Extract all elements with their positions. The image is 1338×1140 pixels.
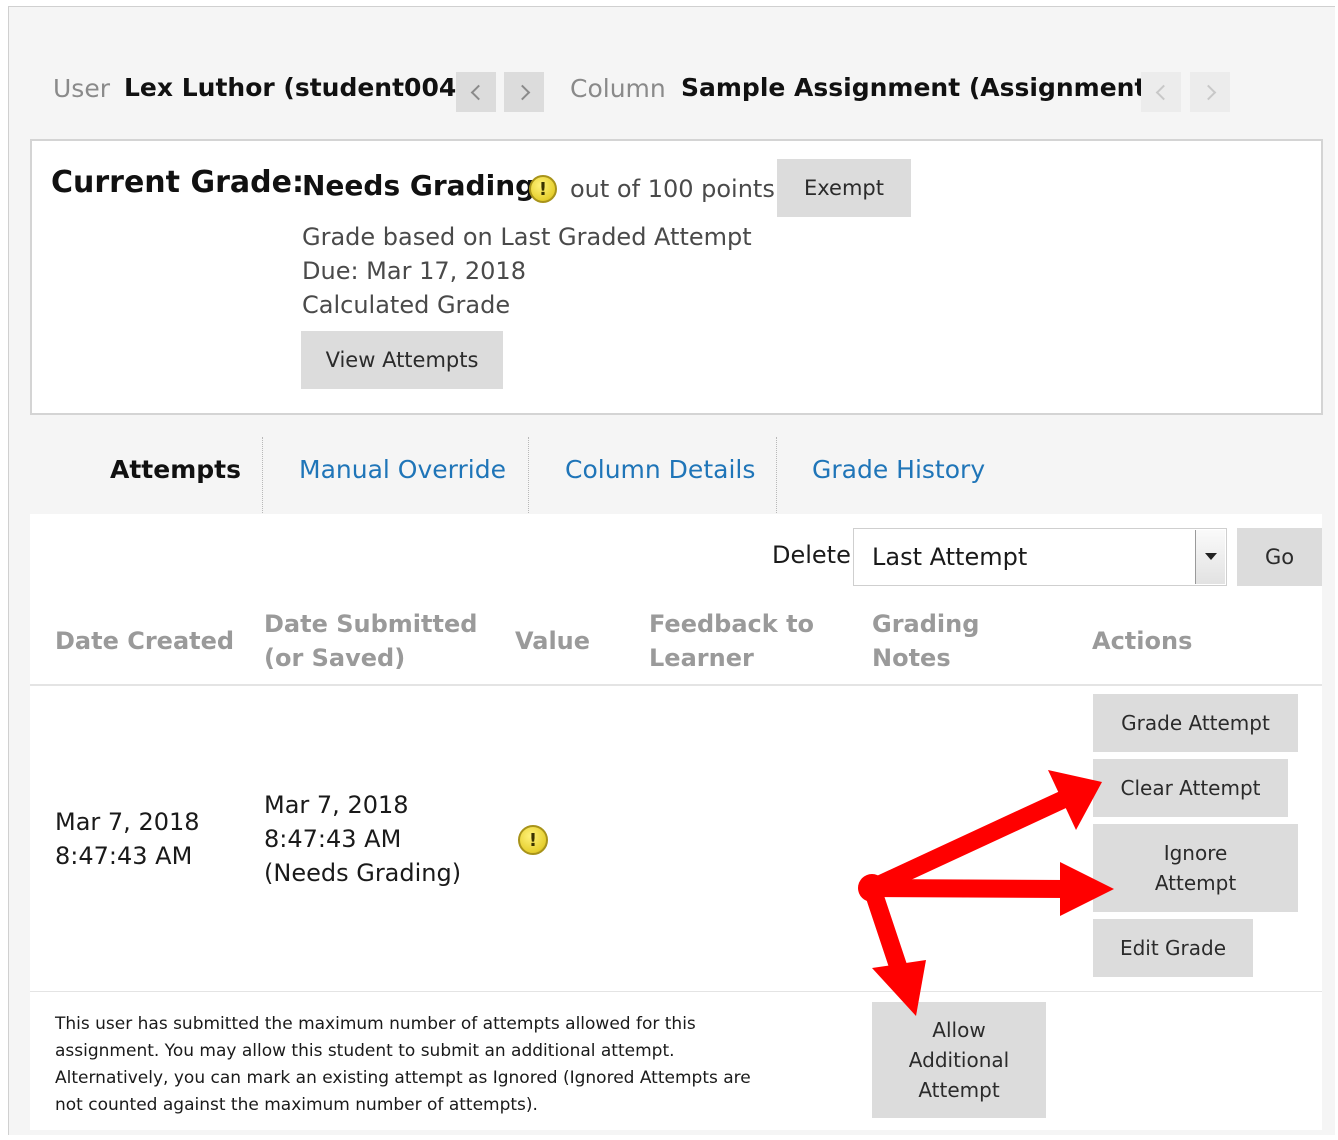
note-line: assignment. You may allow this student t…: [55, 1041, 675, 1061]
header-grading-notes-sub: Notes: [872, 644, 951, 672]
go-button[interactable]: Go: [1237, 528, 1322, 586]
submitted-date: Mar 7, 2018: [264, 791, 409, 819]
created-time: 8:47:43 AM: [55, 842, 193, 870]
header-feedback-sub: Learner: [649, 644, 754, 672]
allow-label-3: Attempt: [918, 1078, 1000, 1102]
clear-attempt-button[interactable]: Clear Attempt: [1093, 759, 1288, 817]
delete-label: Delete: [772, 541, 851, 569]
ignore-attempt-label-1: Ignore: [1163, 841, 1228, 865]
current-grade-title: Current Grade:: [51, 165, 304, 200]
dropdown-arrow-icon[interactable]: [1195, 530, 1225, 584]
delete-selected-value: Last Attempt: [872, 543, 1028, 571]
header-divider: [30, 684, 1322, 686]
column-name: Sample Assignment (Assignment): [681, 73, 1158, 102]
column-label: Column: [570, 74, 666, 103]
note-line: Alternatively, you can mark an existing …: [55, 1068, 751, 1088]
previous-user-button[interactable]: [456, 72, 496, 112]
delete-attempt-select[interactable]: Last Attempt: [853, 528, 1227, 586]
grade-attempt-button[interactable]: Grade Attempt: [1093, 694, 1298, 752]
needs-grading-icon: !: [518, 825, 548, 855]
tab-manual-override[interactable]: Manual Override: [299, 455, 506, 484]
tab-divider: [262, 437, 263, 513]
points-possible: out of 100 points: [570, 175, 775, 203]
max-attempts-note: This user has submitted the maximum numb…: [55, 1011, 751, 1119]
next-user-button[interactable]: [504, 72, 544, 112]
view-attempts-button[interactable]: View Attempts: [301, 331, 503, 389]
calculated-grade: Calculated Grade: [302, 291, 511, 319]
header-grading-notes: Grading: [872, 610, 980, 638]
due-date: Due: Mar 17, 2018: [302, 257, 526, 285]
grade-basis: Grade based on Last Graded Attempt: [302, 223, 752, 251]
submitted-status: (Needs Grading): [264, 859, 462, 887]
edit-grade-button[interactable]: Edit Grade: [1093, 919, 1253, 977]
ignore-attempt-label-2: Attempt: [1154, 871, 1237, 895]
exempt-button[interactable]: Exempt: [777, 159, 911, 217]
tab-divider: [776, 437, 777, 513]
chevron-left-icon: [1155, 84, 1171, 100]
header-feedback: Feedback to: [649, 610, 815, 638]
tab-attempts[interactable]: Attempts: [110, 455, 241, 484]
chevron-left-icon: [470, 84, 486, 100]
needs-grading-icon: !: [529, 175, 557, 203]
header-date-submitted-sub: (or Saved): [264, 644, 406, 672]
user-name: Lex Luthor (student004): [124, 73, 468, 102]
previous-column-button[interactable]: [1141, 72, 1181, 112]
note-line: not counted against the maximum number o…: [55, 1095, 538, 1115]
next-column-button[interactable]: [1190, 72, 1230, 112]
ignore-attempt-button[interactable]: Ignore Attempt: [1093, 824, 1298, 912]
allow-additional-attempt-button[interactable]: Allow Additional Attempt: [872, 1002, 1046, 1118]
header-actions: Actions: [1092, 627, 1193, 655]
tab-grade-history[interactable]: Grade History: [812, 455, 985, 484]
header-date-submitted: Date Submitted: [264, 610, 478, 638]
allow-label-2: Additional: [908, 1048, 1010, 1072]
chevron-right-icon: [1200, 84, 1216, 100]
note-line: This user has submitted the maximum numb…: [55, 1014, 696, 1034]
tab-divider: [528, 437, 529, 513]
chevron-right-icon: [514, 84, 530, 100]
header-value: Value: [515, 627, 591, 655]
user-label: User: [53, 74, 110, 103]
row-divider: [30, 991, 1322, 992]
header-date-created: Date Created: [55, 627, 235, 655]
created-date: Mar 7, 2018: [55, 808, 200, 836]
tab-column-details[interactable]: Column Details: [565, 455, 755, 484]
current-grade-panel: Current Grade: Needs Grading ! out of 10…: [30, 139, 1323, 415]
submitted-time: 8:47:43 AM: [264, 825, 402, 853]
allow-label-1: Allow: [932, 1018, 986, 1042]
grade-status: Needs Grading: [302, 169, 536, 202]
